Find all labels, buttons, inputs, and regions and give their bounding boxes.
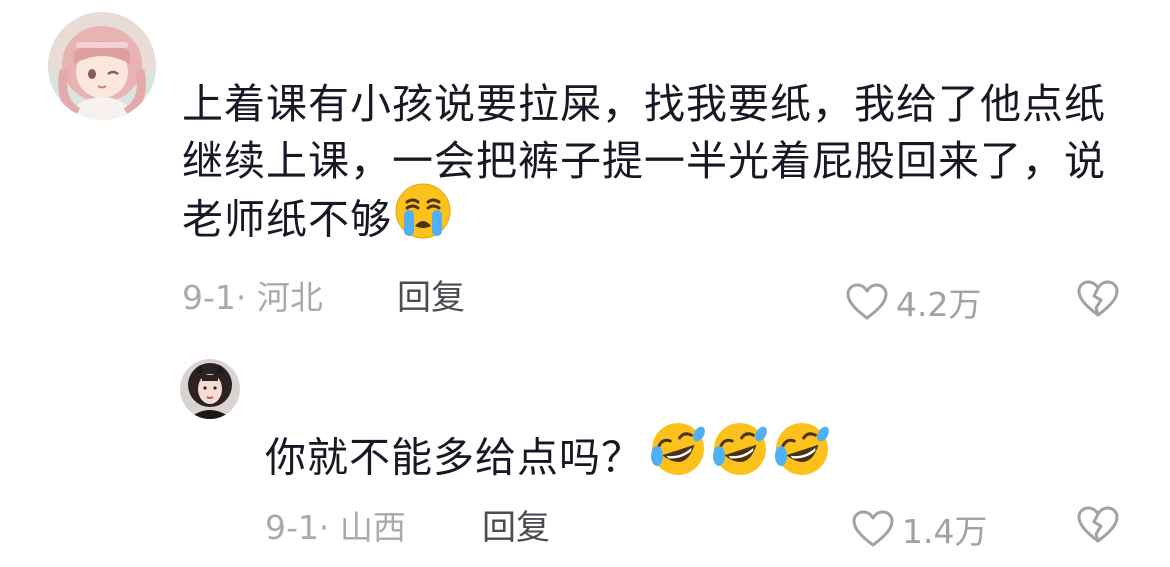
user-avatar[interactable] [180, 359, 240, 419]
heart-icon [852, 510, 894, 547]
like-count: 4.2万 [896, 285, 982, 324]
rolling-on-floor-laughing-icon [707, 423, 769, 493]
anime-girl-avatar-icon [48, 12, 156, 120]
like-count: 1.4万 [902, 512, 988, 551]
like-button[interactable]: 1.4万 [852, 505, 987, 553]
broken-heart-icon [1077, 280, 1119, 317]
rolling-on-floor-laughing-icon [643, 423, 707, 493]
comment-text: 你就不能多给点吗？ [265, 423, 1145, 493]
reply-button[interactable]: 回复 [482, 508, 550, 548]
comment-date-location: 9-1· 山西 [265, 508, 406, 547]
rolling-on-floor-laughing-icon [769, 423, 831, 493]
girl-photo-avatar-icon [180, 359, 240, 419]
comment-date-location: 9-1· 河北 [182, 278, 323, 317]
comment-text-content: 你就不能多给点吗？ [265, 433, 643, 482]
comment-text: 上着课有小孩说要拉屎，找我要纸，我给了他点纸继续上课，一会把裤子提一半光着屁股回… [182, 76, 1122, 255]
heart-icon [846, 283, 888, 320]
loudly-crying-face-icon [392, 183, 452, 255]
reply-button[interactable]: 回复 [397, 278, 465, 318]
broken-heart-icon [1077, 506, 1119, 543]
dislike-button[interactable] [1077, 280, 1119, 322]
dislike-button[interactable] [1077, 506, 1119, 548]
user-avatar[interactable] [48, 12, 156, 120]
comment-text-content: 上着课有小孩说要拉屎，找我要纸，我给了他点纸继续上课，一会把裤子提一半光着屁股回… [182, 80, 1106, 244]
like-button[interactable]: 4.2万 [846, 278, 981, 326]
